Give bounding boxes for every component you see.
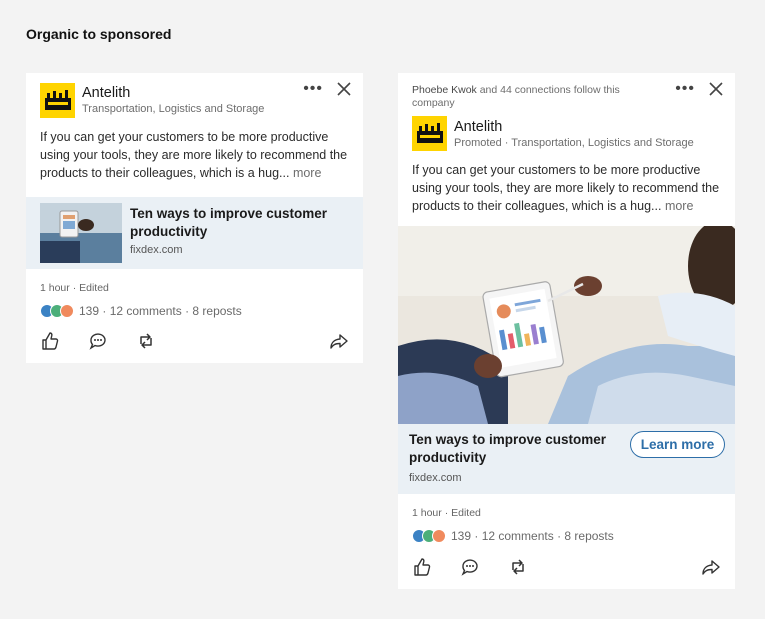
comment-count[interactable]: · 12 comments [474, 529, 553, 543]
link-domain: fixdex.com [409, 472, 462, 484]
love-reaction-icon [432, 529, 446, 543]
link-preview[interactable]: Ten ways to improve customer productivit… [26, 197, 363, 269]
factory-icon [417, 123, 443, 143]
social-proof: Phoebe Kwok and 44 connections follow th… [412, 84, 652, 110]
company-subtitle: Promoted · Transportation, Logistics and… [454, 137, 694, 149]
repost-icon[interactable] [508, 557, 528, 577]
action-bar [40, 331, 349, 351]
more-horizontal-icon[interactable]: ••• [675, 81, 695, 97]
comment-count[interactable]: · 12 comments [102, 304, 181, 318]
repost-count[interactable]: · 8 reposts [557, 529, 614, 543]
close-icon[interactable] [709, 82, 723, 96]
sponsored-post-card: Phoebe Kwok and 44 connections follow th… [398, 73, 735, 589]
see-more-link[interactable]: more [293, 166, 321, 180]
company-logo[interactable] [40, 83, 75, 118]
thumbs-up-icon[interactable] [40, 331, 60, 351]
action-bar [412, 557, 721, 577]
repost-icon[interactable] [136, 331, 156, 351]
organic-post-card: ••• Antelith Transportation, Logistics a… [26, 73, 363, 363]
company-subtitle: Transportation, Logistics and Storage [82, 103, 265, 115]
link-title[interactable]: Ten ways to improve customer productivit… [130, 205, 345, 240]
ad-hero-image[interactable] [398, 226, 735, 424]
reaction-count[interactable]: 139 [451, 529, 471, 543]
more-horizontal-icon[interactable]: ••• [303, 81, 323, 97]
post-controls: ••• [675, 81, 723, 97]
factory-icon [45, 90, 71, 110]
link-title[interactable]: Ten ways to improve customer productivit… [409, 431, 624, 466]
thumbs-up-icon[interactable] [412, 557, 432, 577]
reaction-count[interactable]: 139 [79, 304, 99, 318]
company-logo[interactable] [412, 116, 447, 151]
reaction-icons[interactable] [412, 529, 446, 543]
love-reaction-icon [60, 304, 74, 318]
company-name[interactable]: Antelith [454, 119, 502, 135]
company-name[interactable]: Antelith [82, 85, 130, 101]
link-domain: fixdex.com [130, 244, 183, 256]
close-icon[interactable] [337, 82, 351, 96]
learn-more-button[interactable]: Learn more [630, 431, 725, 458]
post-meta: 1 hour · Edited [40, 282, 109, 294]
repost-count[interactable]: · 8 reposts [185, 304, 242, 318]
engagement-stats: 139 · 12 comments · 8 reposts [40, 304, 242, 318]
page-heading: Organic to sponsored [26, 26, 172, 42]
link-thumbnail [40, 203, 122, 263]
post-text: If you can get your customers to be more… [40, 128, 352, 182]
comment-icon[interactable] [88, 331, 108, 351]
post-text: If you can get your customers to be more… [412, 161, 724, 215]
see-more-link[interactable]: more [665, 199, 693, 213]
post-controls: ••• [303, 81, 351, 97]
reaction-icons[interactable] [40, 304, 74, 318]
post-meta: 1 hour · Edited [412, 507, 481, 519]
connection-name[interactable]: Phoebe Kwok [412, 84, 477, 96]
comment-icon[interactable] [460, 557, 480, 577]
share-icon[interactable] [329, 331, 349, 351]
engagement-stats: 139 · 12 comments · 8 reposts [412, 529, 614, 543]
share-icon[interactable] [701, 557, 721, 577]
